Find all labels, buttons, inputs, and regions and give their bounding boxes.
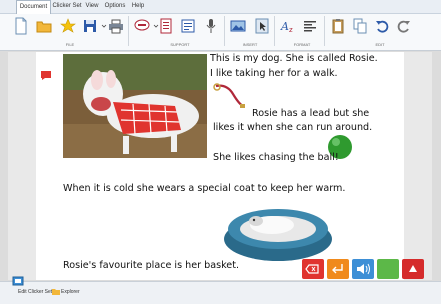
word-list-icon <box>160 18 172 34</box>
clicker-set-icon <box>12 276 24 286</box>
right-margin <box>404 52 432 280</box>
new-document-icon <box>15 17 27 35</box>
font-icon: Az <box>280 20 293 34</box>
align-button[interactable] <box>302 17 318 35</box>
print-button[interactable] <box>108 17 124 35</box>
dog-photo[interactable] <box>63 54 207 158</box>
green-action-button[interactable] <box>377 259 399 279</box>
folder-icon <box>52 289 60 295</box>
tab-clicker-set[interactable]: Clicker Set <box>52 0 82 13</box>
copy-icon <box>353 18 367 34</box>
redo-icon <box>397 20 410 33</box>
comment-icon[interactable] <box>40 70 52 81</box>
group-label-file: FILE <box>65 42 75 47</box>
clear-button[interactable] <box>402 259 424 279</box>
open-button[interactable] <box>36 17 52 35</box>
return-button[interactable] <box>327 259 349 279</box>
insert-cursor-button[interactable] <box>254 17 270 35</box>
enter-icon <box>332 264 343 274</box>
dog-basket-picture[interactable] <box>222 195 334 263</box>
copy-button[interactable] <box>352 17 368 35</box>
speak-button[interactable] <box>352 259 374 279</box>
speech-dropdown[interactable] <box>148 17 159 35</box>
clipboard-icon <box>332 19 344 34</box>
doc-line-5[interactable]: She likes chasing the ball! <box>213 151 339 164</box>
ribbon-divider <box>224 16 225 46</box>
speaker-icon <box>357 263 370 275</box>
svg-text:z: z <box>289 26 293 34</box>
doc-line-3[interactable]: Rosie has a lead but she <box>252 107 369 120</box>
edit-clicker-set-link[interactable]: Edit Clicker Set <box>18 287 52 297</box>
undo-button[interactable] <box>374 17 390 35</box>
tab-help[interactable]: Help <box>130 0 146 13</box>
microphone-button[interactable] <box>203 17 219 35</box>
explorer-link[interactable]: Explorer <box>61 287 80 297</box>
undo-icon <box>376 20 389 33</box>
star-icon <box>60 18 76 33</box>
folder-icon <box>36 21 52 33</box>
svg-text:A: A <box>280 20 289 33</box>
ribbon-divider <box>128 16 129 46</box>
doc-line-7[interactable]: Rosie's favourite place is her basket. <box>63 259 239 272</box>
predictor-button[interactable] <box>180 17 196 35</box>
microphone-icon <box>206 19 216 33</box>
doc-line-6[interactable]: When it is cold she wears a special coat… <box>63 182 345 195</box>
group-label-support: SUPPORT <box>170 42 190 47</box>
doc-line-1[interactable]: This is my dog. She is called Rosie. <box>210 52 378 65</box>
left-margin <box>8 52 36 280</box>
tab-view[interactable]: View <box>84 0 100 13</box>
redo-button[interactable] <box>396 17 412 35</box>
doc-line-2[interactable]: I like taking her for a walk. <box>210 67 338 80</box>
doc-line-4[interactable]: likes it when she can run around. <box>213 121 372 134</box>
group-label-edit: EDIT <box>375 42 385 47</box>
group-label-format: FORMAT <box>293 42 311 47</box>
align-left-icon <box>304 21 316 32</box>
font-button[interactable]: Az <box>280 17 296 35</box>
ribbon-divider <box>274 16 275 46</box>
group-label-insert: INSERT <box>242 42 258 47</box>
status-bar: Edit Clicker Set Explorer <box>0 276 441 304</box>
printer-icon <box>109 19 123 34</box>
tab-document[interactable]: Document <box>16 0 51 14</box>
ribbon-toolbar: FILE SUPPORT INSERT Az FORMAT EDIT <box>0 14 441 51</box>
delete-word-button[interactable] <box>302 259 324 279</box>
backspace-icon <box>305 264 319 274</box>
save-dropdown[interactable] <box>96 17 107 35</box>
favourite-button[interactable] <box>60 17 76 35</box>
cursor-icon <box>255 18 269 34</box>
predictor-icon <box>181 19 195 33</box>
tab-options[interactable]: Options <box>103 0 127 13</box>
picture-icon <box>230 20 246 32</box>
word-list-button[interactable] <box>158 17 174 35</box>
insert-picture-button[interactable] <box>230 17 246 35</box>
ribbon-divider <box>324 16 325 46</box>
triangle-icon <box>409 265 417 272</box>
paste-button[interactable] <box>330 17 346 35</box>
menu-bar: Document Clicker Set View Options Help <box>0 0 441 14</box>
blank-icon <box>377 259 399 279</box>
dog-lead-picture[interactable] <box>213 82 247 110</box>
new-document-button[interactable] <box>13 17 29 35</box>
